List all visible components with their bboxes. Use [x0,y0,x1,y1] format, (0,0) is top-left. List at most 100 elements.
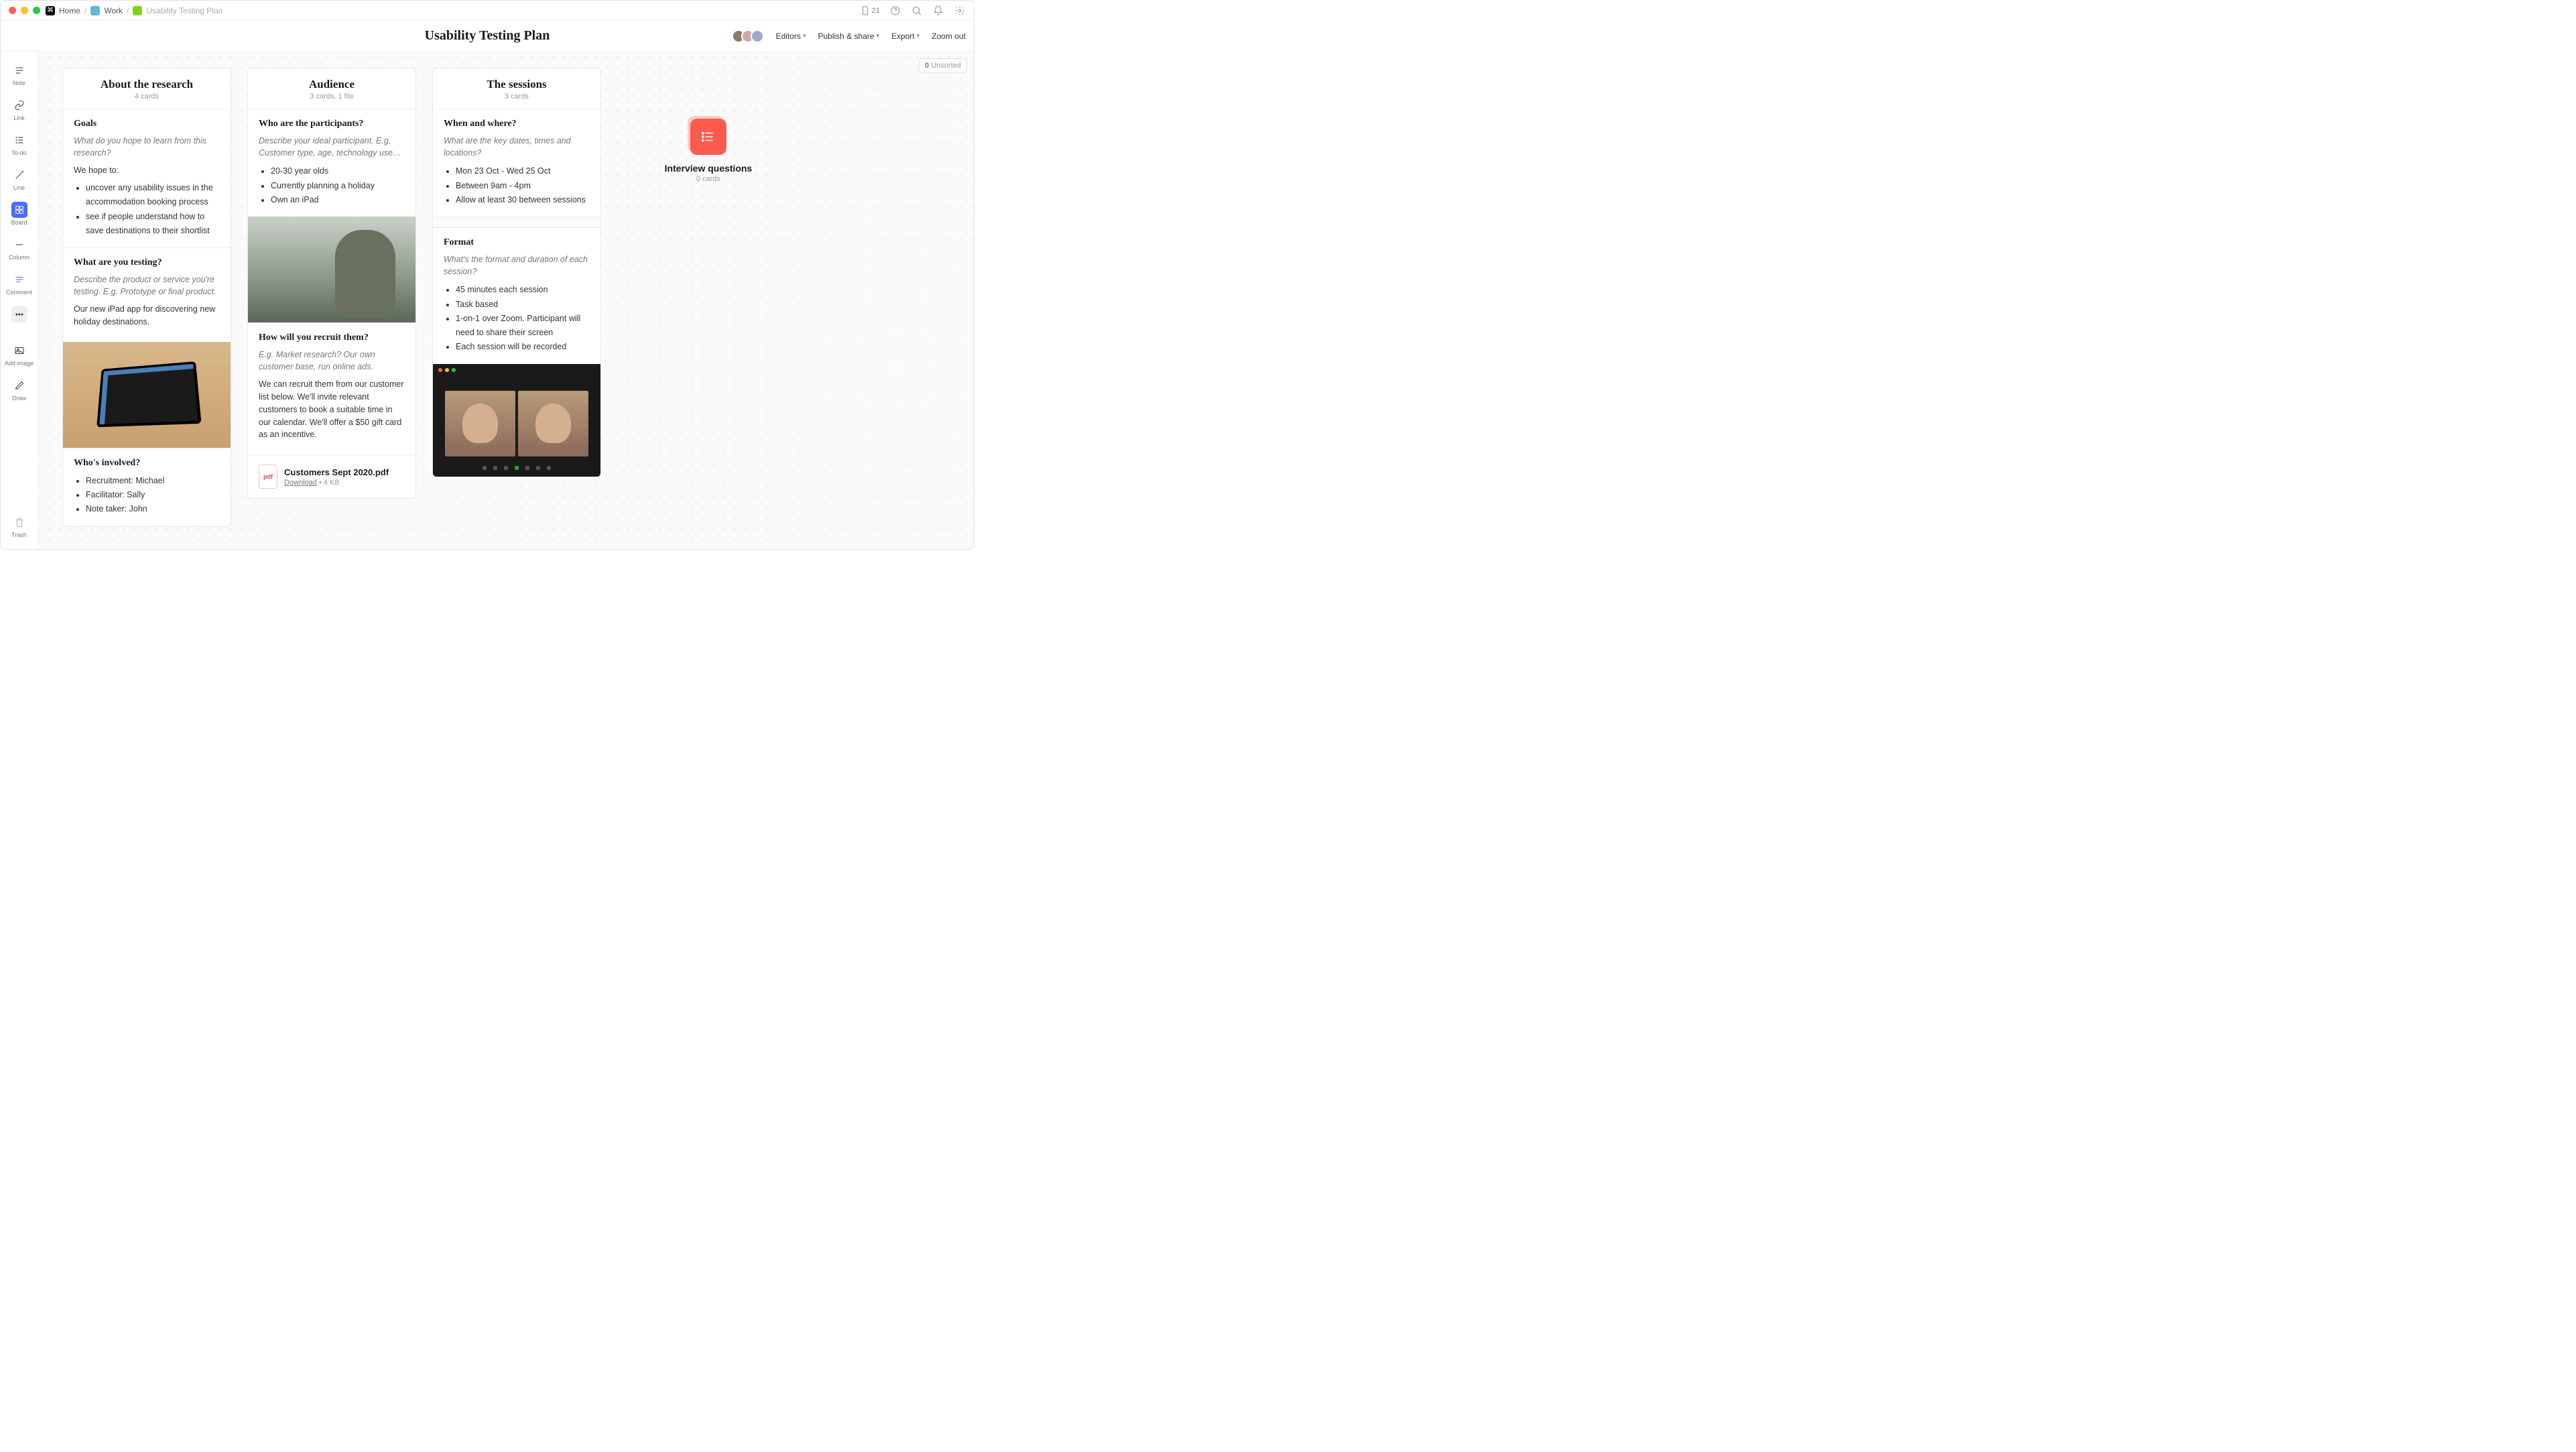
card-body: Our new iPad app for discovering new hol… [74,303,220,328]
traffic-lights [9,7,40,14]
card-file[interactable]: pdf Customers Sept 2020.pdf Download • 4… [248,455,415,498]
page-header: Usability Testing Plan Editors▾ Publish … [1,21,974,52]
tool-link[interactable]: Link [5,93,34,125]
card-body: We can recruit them from our customer li… [259,378,405,441]
note-icon [11,62,27,78]
avatar [751,29,764,43]
gear-icon[interactable] [954,5,966,17]
list-item: Recruitment: Michael [86,474,220,488]
tool-sidebar: Note Link To-do Line Board Column [1,52,38,549]
todo-icon [11,132,27,148]
column-subtitle: 4 cards [70,93,224,101]
tool-note[interactable]: Note [5,58,34,90]
column-about-research[interactable]: About the research 4 cards Goals What do… [62,68,231,527]
image-icon [11,343,27,359]
list-icon [690,119,726,155]
card-participants[interactable]: Who are the participants? Describe your … [248,109,415,217]
tool-column[interactable]: Column [5,233,34,265]
page-title: Usability Testing Plan [425,28,550,44]
card-prompt: Describe the product or service you're t… [74,274,220,298]
card-title: How will you recruit them? [259,332,405,343]
export-dropdown[interactable]: Export▾ [891,32,919,41]
tool-line[interactable]: Line [5,163,34,195]
stack-subtitle: 0 cards [655,175,762,183]
card-what-testing[interactable]: What are you testing? Describe the produ… [63,247,231,342]
tool-todo[interactable]: To-do [5,128,34,160]
list-item: Allow at least 30 between sessions [456,193,590,207]
card-title: Goals [74,119,220,129]
card-image-ipad[interactable] [63,342,231,448]
maximize-window-icon[interactable] [33,7,40,14]
list-item: Own an iPad [271,193,405,207]
card-title: When and where? [444,119,590,129]
tool-board[interactable]: Board [5,198,34,230]
pencil-icon [11,377,27,394]
card-body: We hope to: [74,164,220,177]
breadcrumb: ⌘ Home / Work / Usability Testing Plan [46,6,222,15]
column-subtitle: 3 cards, 1 file [255,93,409,101]
board-icon [11,202,27,218]
zoom-out-button[interactable]: Zoom out [931,32,966,41]
comment-icon [11,271,27,288]
pdf-icon: pdf [259,465,277,489]
card-goals[interactable]: Goals What do you hope to learn from thi… [63,109,231,247]
close-window-icon[interactable] [9,7,16,14]
column-title[interactable]: About the research [70,78,224,91]
card-title: Who's involved? [74,458,220,469]
editors-dropdown[interactable]: Editors▾ [776,32,806,41]
workspace-icon[interactable] [90,6,100,15]
card-when-where[interactable]: When and where? What are the key dates, … [433,109,600,217]
window-titlebar: ⌘ Home / Work / Usability Testing Plan 2… [1,1,974,21]
column-title[interactable]: The sessions [440,78,594,91]
bell-icon[interactable] [932,5,944,17]
unsorted-badge[interactable]: 0 Unsorted [919,58,967,73]
device-count[interactable]: 21 [860,5,880,17]
column-audience[interactable]: Audience 3 cards, 1 file Who are the par… [247,68,416,499]
tool-trash[interactable]: Trash [5,510,34,542]
card-prompt: Describe your ideal participant. E.g. Cu… [259,135,405,159]
breadcrumb-home[interactable]: Home [59,6,80,15]
help-icon[interactable] [889,5,901,17]
list-item: 20-30 year olds [271,164,405,178]
list-item: uncover any usability issues in the acco… [86,181,220,210]
link-icon [11,97,27,113]
search-icon[interactable] [911,5,923,17]
card-involved[interactable]: Who's involved? Recruitment: Michael Fac… [63,448,231,526]
home-icon[interactable]: ⌘ [46,6,55,15]
card-image-zoom[interactable] [433,364,600,477]
tool-draw[interactable]: Draw [5,373,34,406]
collaborator-avatars[interactable] [732,29,764,43]
minimize-window-icon[interactable] [21,7,28,14]
list-item: Facilitator: Sally [86,488,220,502]
card-image-photographer[interactable] [248,217,415,322]
more-icon [11,306,27,322]
file-name: Customers Sept 2020.pdf [284,467,389,477]
file-size: 4 KB [324,479,340,487]
list-item: Each session will be recorded [456,340,590,354]
card-format[interactable]: Format What's the format and duration of… [433,227,600,364]
breadcrumb-page[interactable]: Usability Testing Plan [146,6,222,15]
card-prompt: What's the format and duration of each s… [444,253,590,278]
board-canvas[interactable]: About the research 4 cards Goals What do… [38,52,786,549]
card-title: What are you testing? [74,257,220,268]
list-item: Task based [456,298,590,312]
list-item: Mon 23 Oct - Wed 25 Oct [456,164,590,178]
publish-dropdown[interactable]: Publish & share▾ [818,32,880,41]
download-link[interactable]: Download [284,479,317,487]
list-item: Currently planning a holiday [271,179,405,193]
card-title: Format [444,237,590,248]
line-icon [11,167,27,183]
tool-comment[interactable]: Comment [5,267,34,300]
column-title[interactable]: Audience [255,78,409,91]
list-item: Between 9am - 4pm [456,179,590,193]
tool-more[interactable] [5,302,34,326]
list-item: 45 minutes each session [456,283,590,297]
stack-title: Interview questions [655,163,762,174]
tool-add-image[interactable]: Add image [5,339,34,371]
stack-interview-questions[interactable]: Interview questions 0 cards [655,119,762,183]
card-prompt: E.g. Market research? Our own customer b… [259,349,405,373]
breadcrumb-work[interactable]: Work [104,6,123,15]
card-recruit[interactable]: How will you recruit them? E.g. Market r… [248,322,415,455]
column-sessions[interactable]: The sessions 3 cards When and where? Wha… [432,68,601,477]
trash-icon [11,514,27,530]
